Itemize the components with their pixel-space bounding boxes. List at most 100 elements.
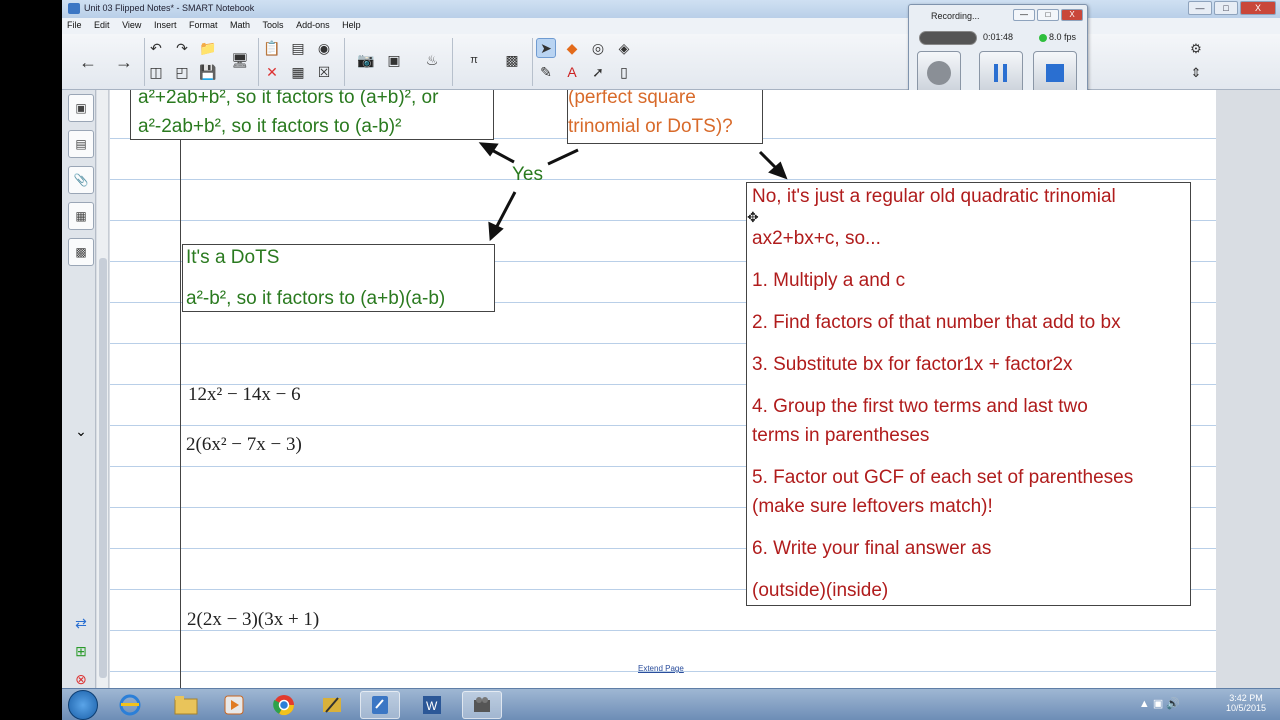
close-doc-icon[interactable]: ☒ bbox=[314, 62, 334, 82]
stop-button[interactable] bbox=[1033, 51, 1077, 95]
step-4b: terms in parentheses bbox=[752, 425, 930, 446]
clock-time: 3:42 PM bbox=[1229, 693, 1263, 703]
pause-button[interactable] bbox=[979, 51, 1023, 95]
start-button[interactable] bbox=[68, 690, 98, 720]
pens-icon[interactable]: ✎ bbox=[536, 62, 556, 82]
clock[interactable]: 3:42 PM 10/5/2015 bbox=[1226, 693, 1266, 713]
dots-line2: a²-b², so it factors to (a+b)(a-b) bbox=[186, 288, 446, 309]
menu-addons[interactable]: Add-ons bbox=[291, 18, 335, 32]
smart-ink-icon[interactable] bbox=[312, 691, 352, 719]
move-sidebar-icon[interactable]: ⇄ bbox=[70, 612, 92, 634]
menu-tools[interactable]: Tools bbox=[258, 18, 289, 32]
tray-icons[interactable]: ▲ ▣ 🔊 bbox=[1139, 697, 1180, 710]
stop-icon bbox=[1046, 64, 1064, 82]
line-tool-icon[interactable]: ➚ bbox=[588, 62, 608, 82]
menu-math[interactable]: Math bbox=[225, 18, 255, 32]
math-expression-3[interactable]: 2(2x − 3)(3x + 1) bbox=[187, 609, 319, 631]
select-pointer-icon[interactable]: ➤ bbox=[536, 38, 556, 58]
forward-arrow-icon[interactable]: → bbox=[112, 50, 136, 74]
clock-date: 10/5/2015 bbox=[1225, 703, 1266, 713]
attachments-icon[interactable]: 📎 bbox=[68, 166, 94, 194]
chrome-icon[interactable] bbox=[264, 691, 304, 719]
close-button[interactable]: X bbox=[1240, 1, 1276, 15]
steps-box[interactable]: No, it's just a regular old quadratic tr… bbox=[746, 182, 1191, 606]
minimize-button[interactable]: — bbox=[1188, 1, 1212, 15]
page-sorter-icon[interactable]: ▣ bbox=[68, 94, 94, 122]
delete-page-icon[interactable]: ◰ bbox=[172, 62, 192, 82]
eraser-icon[interactable]: ▯ bbox=[614, 62, 634, 82]
menu-help[interactable]: Help bbox=[337, 18, 366, 32]
recorder-close-button[interactable]: X bbox=[1061, 9, 1083, 21]
collapse-arrow-icon[interactable]: ⌄ bbox=[70, 420, 92, 442]
smart-notebook-icon bbox=[68, 3, 80, 14]
recorder-minimize-button[interactable]: — bbox=[1013, 9, 1035, 21]
steps-heading: No, it's just a regular old quadratic tr… bbox=[752, 186, 1116, 207]
maximize-button[interactable]: □ bbox=[1214, 1, 1238, 15]
table-icon[interactable]: ▦ bbox=[288, 62, 308, 82]
step-5b: (make sure leftovers match)! bbox=[752, 496, 993, 517]
screen-icon[interactable]: 🖥 bbox=[230, 50, 250, 70]
fps-value: 8.0 fps bbox=[1049, 32, 1077, 42]
arrow-question-to-yes bbox=[547, 148, 579, 166]
math-expression-2[interactable]: 2(6x² − 7x − 3) bbox=[186, 434, 302, 456]
yes-label[interactable]: Yes bbox=[512, 164, 543, 186]
text-tool-icon[interactable]: A bbox=[562, 62, 582, 82]
delete-icon[interactable]: ✕ bbox=[262, 62, 282, 82]
shapes-icon[interactable]: ◆ bbox=[562, 38, 582, 58]
side-tabs: ▣ ▤ 📎 ▦ ▩ ⌄ ⇄ ⊞ ⊗ bbox=[62, 90, 96, 688]
recorder-taskbar-icon[interactable] bbox=[462, 691, 502, 719]
dots-box[interactable]: It's a DoTS a²-b², so it factors to (a+b… bbox=[182, 244, 495, 312]
menu-format[interactable]: Format bbox=[184, 18, 223, 32]
screen-shade-icon[interactable]: ▤ bbox=[288, 38, 308, 58]
record-icon bbox=[927, 61, 951, 85]
move-toolbar-icon[interactable]: ⇕ bbox=[1184, 62, 1208, 84]
vertical-scrollbar[interactable] bbox=[97, 90, 109, 688]
activity-builder-icon[interactable]: ♨ bbox=[422, 50, 442, 70]
window-title: Unit 03 Flipped Notes* - SMART Notebook bbox=[84, 3, 255, 13]
open-folder-icon[interactable]: 📁 bbox=[198, 38, 218, 58]
step-5a: 5. Factor out GCF of each set of parenth… bbox=[752, 467, 1134, 488]
delete-page-side-icon[interactable]: ⊗ bbox=[70, 668, 92, 690]
record-button[interactable] bbox=[917, 51, 961, 95]
word-icon[interactable]: W bbox=[412, 691, 452, 719]
addons-tab-icon[interactable]: ▩ bbox=[68, 238, 94, 266]
add-page-side-icon[interactable]: ⊞ bbox=[70, 640, 92, 662]
redo-icon[interactable]: ↷ bbox=[172, 38, 192, 58]
save-icon[interactable]: 💾 bbox=[198, 62, 218, 82]
math-pi-icon[interactable]: π bbox=[464, 50, 484, 70]
smart-notebook-taskbar-icon[interactable] bbox=[360, 691, 400, 719]
add-page-icon[interactable]: ◫ bbox=[146, 62, 166, 82]
step-3: 3. Substitute bx for factor1x + factor2x bbox=[752, 354, 1073, 375]
recorder-maximize-button[interactable]: □ bbox=[1037, 9, 1059, 21]
back-arrow-icon[interactable]: ← bbox=[76, 50, 100, 74]
recorder-dropdown[interactable] bbox=[919, 31, 977, 45]
menu-file[interactable]: File bbox=[62, 18, 87, 32]
capture-icon[interactable]: ◉ bbox=[314, 38, 334, 58]
gallery-icon[interactable]: ▤ bbox=[68, 130, 94, 158]
recording-time: 0:01:48 bbox=[983, 32, 1014, 42]
notebook-page[interactable]: a²+2ab+b², so it factors to (a+b)², or a… bbox=[110, 90, 1216, 688]
menu-edit[interactable]: Edit bbox=[89, 18, 115, 32]
recording-fps: 8.0 fps bbox=[1039, 32, 1076, 42]
media-player-icon[interactable] bbox=[214, 691, 254, 719]
undo-icon[interactable]: ↶ bbox=[146, 38, 166, 58]
properties-icon[interactable]: ▦ bbox=[68, 202, 94, 230]
document-camera-icon[interactable]: 📷 bbox=[356, 50, 376, 70]
title-bar: Unit 03 Flipped Notes* - SMART Notebook … bbox=[62, 0, 1280, 18]
paste-icon[interactable]: 📋 bbox=[262, 38, 282, 58]
eraser-tool-icon[interactable]: ◎ bbox=[588, 38, 608, 58]
math-expression-1[interactable]: 12x² − 14x − 6 bbox=[188, 384, 301, 406]
menu-bar: File Edit View Insert Format Math Tools … bbox=[62, 18, 1280, 34]
fill-icon[interactable]: ◈ bbox=[614, 38, 634, 58]
addon-puzzle-icon[interactable]: ▩ bbox=[502, 50, 522, 70]
media-icon[interactable]: ▣ bbox=[384, 50, 404, 70]
scrollbar-thumb[interactable] bbox=[99, 258, 107, 678]
internet-explorer-icon[interactable] bbox=[110, 691, 150, 719]
status-dot-icon bbox=[1039, 33, 1047, 42]
dots-line1: It's a DoTS bbox=[186, 247, 280, 268]
menu-insert[interactable]: Insert bbox=[149, 18, 182, 32]
menu-view[interactable]: View bbox=[117, 18, 146, 32]
file-explorer-icon[interactable] bbox=[166, 691, 206, 719]
extend-page-link[interactable]: Extend Page bbox=[638, 664, 684, 673]
settings-gear-icon[interactable]: ⚙ bbox=[1184, 38, 1208, 60]
